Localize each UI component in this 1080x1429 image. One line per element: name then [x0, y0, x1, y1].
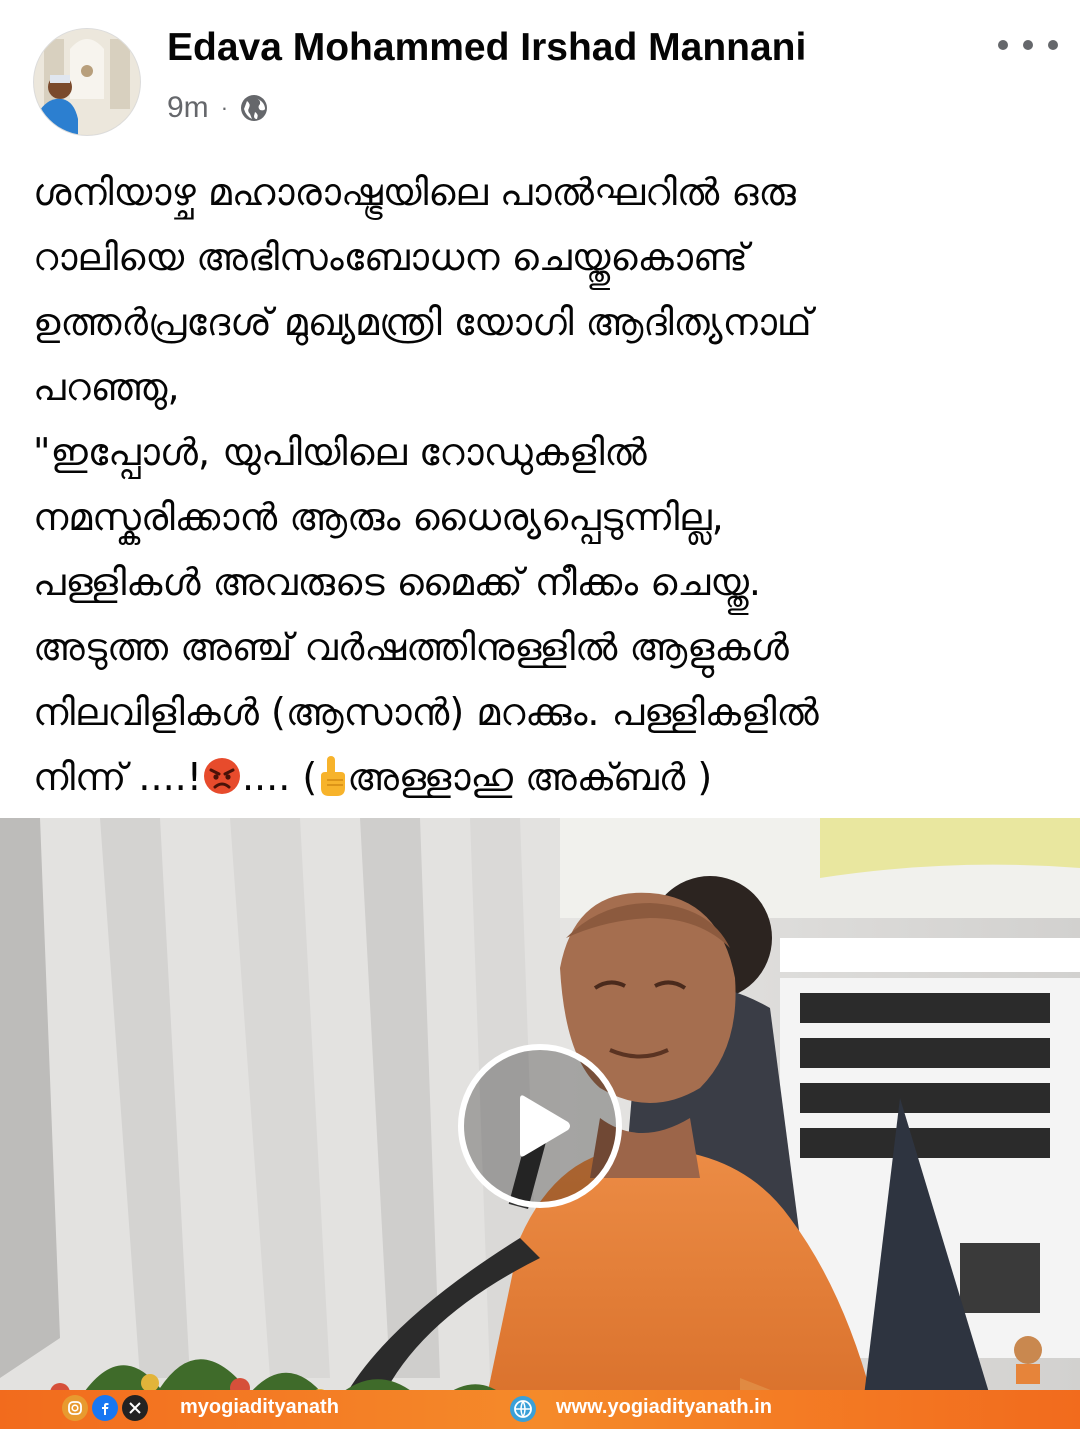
video-footer-bar: [0, 1390, 1080, 1429]
author-name[interactable]: Edava Mohammed Irshad Mannani: [167, 26, 806, 70]
post-text-line: "ഇപ്പോൾ, യുപിയിലെ റോഡുകളിൽ: [33, 430, 647, 474]
footer-social-icons: [62, 1395, 152, 1421]
footer-handle: myogiadityanath: [180, 1396, 339, 1418]
post-meta: 9m ·: [167, 88, 270, 128]
facebook-post: Edava Mohammed Irshad Mannani 9m · ശനിയാ…: [0, 0, 1080, 1429]
globe-icon[interactable]: [238, 92, 270, 124]
facebook-icon: [92, 1395, 118, 1421]
post-text-line: നിലവിളികൾ (ആസാൻ) മറക്കും. പള്ളികളിൽ: [33, 690, 819, 734]
post-header: Edava Mohammed Irshad Mannani 9m ·: [0, 0, 1080, 150]
avatar[interactable]: [33, 28, 141, 136]
post-text-line: അടുത്ത അഞ്ച് വർഷത്തിനുള്ളിൽ ആളുകൾ: [33, 625, 789, 669]
post-text-fragment: .... (: [241, 755, 318, 799]
dot: [1048, 40, 1058, 50]
post-text-line: ഉത്തർപ്രദേശ് മുഖ്യമന്ത്രി യോഗി ആദിത്യനാഥ…: [33, 300, 812, 344]
play-icon: [520, 1095, 570, 1157]
post-text-line: പള്ളികൾ അവരുടെ മൈക്ക് നീക്കം ചെയ്തു.: [33, 560, 761, 604]
pointing-up-hand-emoji: [317, 753, 347, 797]
post-text-line: പറഞ്ഞു,: [33, 365, 180, 409]
dot: [1023, 40, 1033, 50]
more-options-icon[interactable]: [998, 30, 1058, 60]
post-text-line: നമസ്കരിക്കാൻ ആരും ധൈര്യപ്പെടുന്നില്ല,: [33, 495, 724, 539]
meta-separator: ·: [220, 95, 229, 120]
instagram-icon: [62, 1395, 88, 1421]
post-text-line: റാലിയെ അഭിസംബോധന ചെയ്തുകൊണ്ട്: [33, 235, 748, 279]
post-timestamp[interactable]: 9m: [167, 91, 209, 125]
angry-face-emoji: [202, 751, 242, 794]
post-text-line: ശനിയാഴ്ച മഹാരാഷ്ട്രയിലെ പാൽഘറിൽ ഒരു: [33, 170, 796, 214]
play-button[interactable]: [458, 1044, 622, 1208]
web-icon: [510, 1396, 536, 1422]
post-text-fragment: നിന്ന് ....!: [33, 755, 202, 799]
footer-website: www.yogiadityanath.in: [556, 1396, 772, 1418]
dot: [998, 40, 1008, 50]
post-text-last-line: നിന്ന് ....! .... ( അള്ളാഹു അക്ബർ ): [33, 745, 1053, 810]
x-icon: [122, 1395, 148, 1421]
post-text: ശനിയാഴ്ച മഹാരാഷ്ട്രയിലെ പാൽഘറിൽ ഒരു റാലി…: [33, 160, 1053, 810]
avatar-image: [34, 29, 140, 135]
post-text-fragment: അള്ളാഹു അക്ബർ ): [347, 755, 713, 799]
